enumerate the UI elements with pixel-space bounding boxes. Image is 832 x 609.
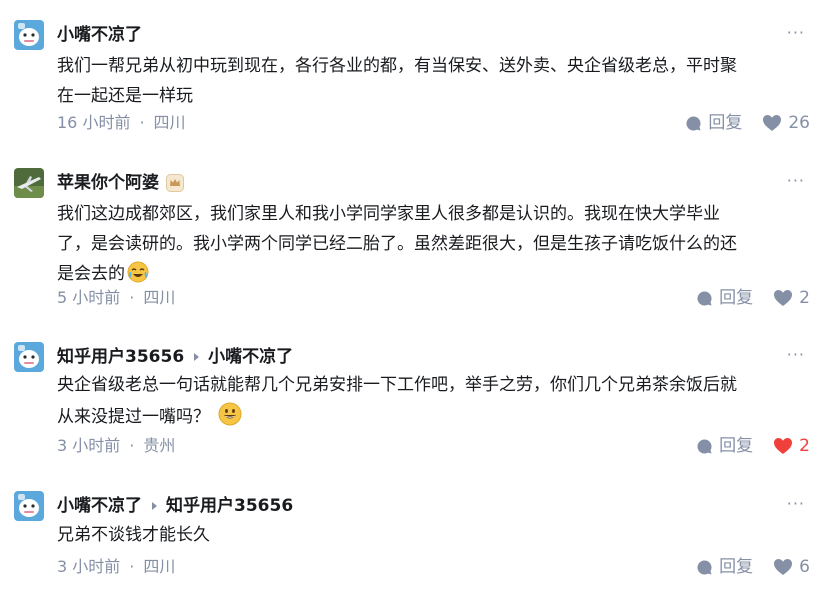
author-name[interactable]: 苹果你个阿婆: [57, 170, 159, 196]
reply-button[interactable]: 回复: [696, 434, 753, 458]
comment-actions: 回复 26: [685, 111, 810, 135]
comment-bubble-icon: [697, 290, 712, 305]
comment-line: 我们这边成都郊区，我们家里人和我小学同学家里人很多都是认识的。我现在快大学毕业: [57, 204, 720, 224]
comment-location: 四川: [153, 113, 186, 132]
reply-label: 回复: [719, 557, 754, 577]
like-count: 6: [799, 557, 810, 577]
more-options-icon[interactable]: ···: [787, 342, 805, 368]
reply-arrow-icon: [194, 353, 200, 361]
like-count: 2: [799, 288, 810, 308]
comment-header: 苹果你个阿婆: [57, 170, 184, 196]
comment-bubble-icon: [697, 559, 712, 574]
comment-bubble-icon: [697, 438, 712, 453]
comment-actions: 回复 6: [696, 555, 810, 579]
cartoon-avatar-icon: [14, 491, 44, 521]
crying-laugh-emoji-icon: [127, 261, 149, 283]
comment-actions: 回复 2: [696, 434, 810, 458]
like-button[interactable]: 2: [773, 434, 810, 458]
more-options-icon[interactable]: ···: [787, 491, 805, 517]
reply-button[interactable]: 回复: [696, 555, 753, 579]
comment-meta: 3 小时前 · 四川: [57, 557, 176, 576]
grinning-emoji-icon: [218, 402, 242, 426]
like-count: 2: [799, 436, 810, 456]
reply-button[interactable]: 回复: [696, 286, 753, 310]
avatar[interactable]: [14, 20, 44, 50]
reply-button[interactable]: 回复: [685, 111, 742, 135]
heart-filled-icon: [774, 438, 793, 454]
like-button[interactable]: 6: [773, 555, 810, 579]
reply-label: 回复: [719, 288, 754, 308]
comment-line: 央企省级老总一句话就能帮几个兄弟安排一下工作吧，举手之劳，你们几个兄弟茶余饭后就: [57, 375, 737, 395]
cartoon-avatar-icon: [14, 342, 44, 372]
heart-icon: [763, 115, 782, 131]
cartoon-avatar-icon: [14, 20, 44, 50]
author-name[interactable]: 小嘴不凉了: [57, 22, 142, 48]
like-button[interactable]: 26: [762, 111, 810, 135]
more-options-icon[interactable]: ···: [787, 168, 805, 194]
like-button[interactable]: 2: [773, 286, 810, 310]
comment-line: 从来没提过一嘴吗？: [57, 402, 817, 432]
comment-line: 我们一帮兄弟从初中玩到现在，各行各业的都，有当保安、送外卖、央企省级老总，平时聚: [57, 56, 737, 76]
comment-header: 小嘴不凉了: [57, 22, 142, 48]
comment-meta: 16 小时前 · 四川: [57, 113, 186, 132]
more-options-icon[interactable]: ···: [787, 20, 805, 46]
comment-header: 知乎用户35656 小嘴不凉了: [57, 344, 293, 370]
comment-header: 小嘴不凉了 知乎用户35656: [57, 493, 293, 519]
comment-line: 在一起还是一样玩: [57, 86, 193, 106]
reply-to-name[interactable]: 知乎用户35656: [166, 493, 293, 519]
comment-time: 5 小时前: [57, 288, 121, 307]
avatar[interactable]: [14, 342, 44, 372]
comment-location: 贵州: [143, 436, 176, 455]
comment-time: 3 小时前: [57, 436, 121, 455]
comment-content: 央企省级老总一句话就能帮几个兄弟安排一下工作吧，举手之劳，你们几个兄弟茶余饭后就…: [57, 370, 817, 432]
comment-time: 3 小时前: [57, 557, 121, 576]
comment-location: 四川: [143, 557, 176, 576]
comment-content: 我们这边成都郊区，我们家里人和我小学同学家里人很多都是认识的。我现在快大学毕业 …: [57, 199, 817, 289]
comment-line: 了，是会读研的。我小学两个同学已经二胎了。虽然差距很大，但是生孩子请吃饭什么的还: [57, 234, 737, 254]
comment-line: 是会去的: [57, 259, 817, 289]
reply-to-name[interactable]: 小嘴不凉了: [208, 344, 293, 370]
author-name[interactable]: 小嘴不凉了: [57, 493, 142, 519]
like-count: 26: [788, 113, 810, 133]
comment-line: 兄弟不谈钱才能长久: [57, 525, 210, 545]
heart-icon: [774, 559, 793, 575]
author-name[interactable]: 知乎用户35656: [57, 344, 184, 370]
reply-arrow-icon: [152, 502, 157, 510]
reply-label: 回复: [708, 113, 743, 133]
avatar[interactable]: [14, 491, 44, 521]
comment-location: 四川: [143, 288, 176, 307]
comment-meta: 5 小时前 · 四川: [57, 288, 176, 307]
crown-badge-icon: [166, 174, 184, 192]
comment-actions: 回复 2: [696, 286, 810, 310]
comment-content: 兄弟不谈钱才能长久: [57, 520, 817, 550]
comment-bubble-icon: [686, 115, 701, 130]
airplane-photo-avatar-icon: [14, 168, 44, 198]
comment-meta: 3 小时前 · 贵州: [57, 436, 176, 455]
avatar[interactable]: [14, 168, 44, 198]
heart-icon: [774, 290, 793, 306]
reply-label: 回复: [719, 436, 754, 456]
comment-content: 我们一帮兄弟从初中玩到现在，各行各业的都，有当保安、送外卖、央企省级老总，平时聚…: [57, 51, 817, 111]
comment-time: 16 小时前: [57, 113, 131, 132]
